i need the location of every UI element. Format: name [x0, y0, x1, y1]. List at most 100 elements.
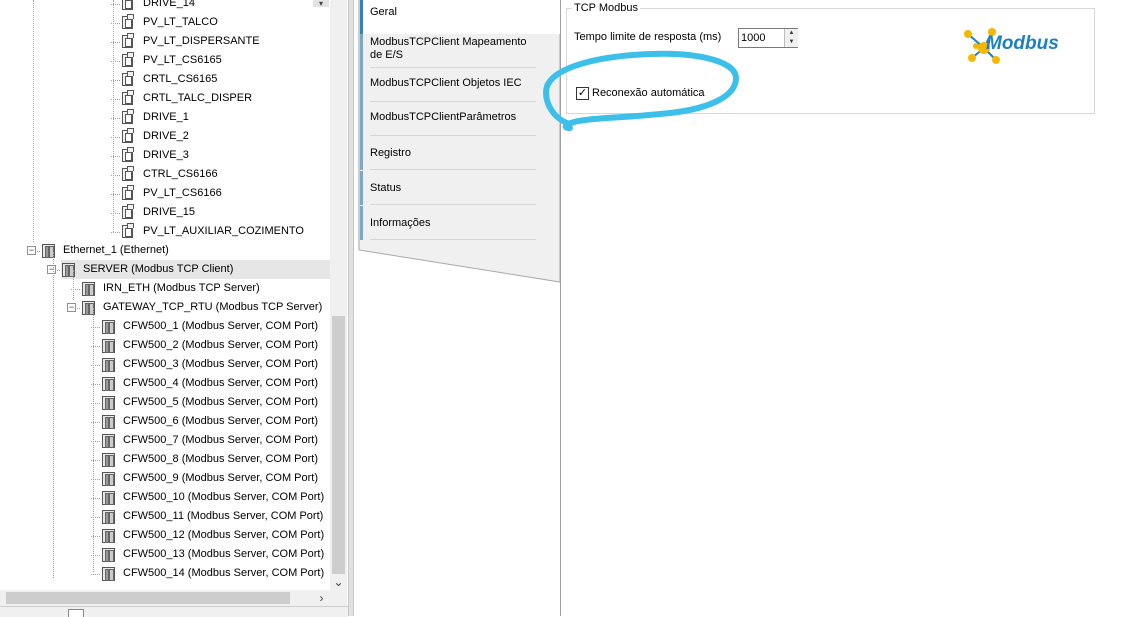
- variable-list-icon: [122, 33, 134, 48]
- scroll-down-arrow-icon[interactable]: ⌄: [330, 574, 347, 590]
- scroll-right-arrow-icon[interactable]: ›: [313, 590, 330, 606]
- variable-list-icon: [122, 52, 134, 67]
- tree-item-label: CFW500_12 (Modbus Server, COM Port): [123, 529, 325, 541]
- variable-list-icon: [122, 166, 134, 181]
- tab-label: ModbusTCPClient Objetos IEC: [370, 77, 522, 89]
- tree-item-label: PV_LT_DISPERSANTE: [143, 35, 260, 47]
- variable-list-icon: [122, 90, 134, 105]
- tree-collapse-icon[interactable]: −: [47, 265, 56, 274]
- device-icon: [102, 567, 115, 581]
- tab-label: ModbusTCPClient Mapeamento de E/S: [370, 36, 527, 61]
- tab-indicator: [360, 102, 363, 136]
- device-icon: [102, 529, 115, 543]
- device-icon: [102, 377, 115, 391]
- tab-label: Informações: [370, 217, 431, 229]
- tree-item-label: PV_LT_CS6166: [143, 187, 222, 199]
- variable-list-icon: [122, 109, 134, 124]
- response-timeout-spinbox[interactable]: ▲ ▼: [738, 28, 798, 48]
- variable-list-icon: [122, 71, 134, 86]
- tab-indicator: [360, 136, 363, 170]
- tree-horizontal-scroll-thumb[interactable]: [6, 592, 290, 604]
- tree-item-label: CRTL_CS6165: [143, 73, 218, 85]
- device-icon: [102, 510, 115, 524]
- tab-indicator: [360, 0, 363, 34]
- tab-1[interactable]: Geral: [360, 0, 560, 34]
- tree-item-label: PV_LT_CS6165: [143, 54, 222, 66]
- tree-collapse-icon[interactable]: −: [27, 246, 36, 255]
- variable-list-icon: [122, 147, 134, 162]
- tab-indicator: [360, 68, 363, 102]
- scroll-up-arrow-icon[interactable]: ▾: [313, 0, 329, 8]
- tab-label: Registro: [370, 147, 411, 159]
- device-icon: [102, 339, 115, 353]
- tree-item-label: CFW500_14 (Modbus Server, COM Port): [123, 567, 325, 579]
- tab-indicator: [360, 206, 363, 240]
- variable-list-icon: [122, 223, 134, 238]
- tree-item-label: DRIVE_2: [143, 130, 189, 142]
- tree-vertical-scroll-thumb[interactable]: [332, 316, 345, 574]
- device-icon: [102, 396, 115, 410]
- tree-item-label: PV_LT_AUXILIAR_COZIMENTO: [143, 225, 304, 237]
- tree-item-label: CFW500_1 (Modbus Server, COM Port): [123, 320, 319, 332]
- tab-4[interactable]: ModbusTCPClientParâmetros: [360, 102, 536, 136]
- response-timeout-input[interactable]: [741, 31, 781, 45]
- tree-item-label: SERVER (Modbus TCP Client): [83, 263, 234, 275]
- variable-list-icon: [122, 14, 134, 29]
- tree-item-label: CFW500_6 (Modbus Server, COM Port): [123, 415, 319, 427]
- device-icon: [102, 434, 115, 448]
- tree-item-label: CFW500_10 (Modbus Server, COM Port): [123, 491, 325, 503]
- tree-item[interactable]: SERVER (Modbus TCP Client): [61, 260, 330, 279]
- tree-item-label: CFW500_9 (Modbus Server, COM Port): [123, 472, 319, 484]
- tab-separator: [370, 239, 536, 240]
- tree-item-label: CTRL_CS6166: [143, 168, 218, 180]
- tree-item-label: IRN_ETH (Modbus TCP Server): [103, 282, 260, 294]
- tab-5[interactable]: Registro: [360, 136, 536, 170]
- variable-list-icon: [122, 128, 134, 143]
- modbus-logo: Modbus: [962, 24, 1086, 68]
- tree-item-label: DRIVE_3: [143, 149, 189, 161]
- tree-item-label: CFW500_3 (Modbus Server, COM Port): [123, 358, 319, 370]
- device-icon: [102, 491, 115, 505]
- tab-6[interactable]: Status: [360, 171, 536, 205]
- tree-item-label: PV_LT_TALCO: [143, 16, 218, 28]
- variable-list-icon: [122, 185, 134, 200]
- tab-indicator: [360, 34, 363, 68]
- tree-item-label: CFW500_8 (Modbus Server, COM Port): [123, 453, 319, 465]
- device-icon: [102, 453, 115, 467]
- scrollbar-corner: [330, 590, 347, 606]
- device-icon: [102, 548, 115, 562]
- tree-item-label: CFW500_2 (Modbus Server, COM Port): [123, 339, 319, 351]
- device-icon: [102, 320, 115, 334]
- tree-item-label: CFW500_13 (Modbus Server, COM Port): [123, 548, 325, 560]
- tab-label: Status: [370, 182, 402, 194]
- tab-separator: [370, 169, 536, 170]
- variable-list-icon: [122, 0, 133, 10]
- device-tree-panel: DRIVE_14 PV_LT_TALCO PV_LT_DISPERSANTE PV_L…: [0, 0, 348, 616]
- tree-item-label: DRIVE_1: [143, 111, 189, 123]
- tree-item-label: CRTL_TALC_DISPER: [143, 92, 253, 104]
- tab-label: Geral: [370, 6, 397, 18]
- variable-list-icon: [122, 204, 134, 219]
- tree-item-label: Ethernet_1 (Ethernet): [63, 244, 169, 256]
- device-icon: [102, 415, 115, 429]
- tree-item-label: CFW500_5 (Modbus Server, COM Port): [123, 396, 319, 408]
- tab-2[interactable]: ModbusTCPClient Mapeamento de E/S: [360, 34, 536, 68]
- tree-item-label: DRIVE_15: [143, 206, 195, 218]
- tree-item-label: CFW500_11 (Modbus Server, COM Port): [123, 510, 324, 522]
- tab-7[interactable]: Informações: [360, 206, 536, 240]
- device-icon: [82, 282, 95, 296]
- tree-item-label: DRIVE_14: [143, 0, 195, 9]
- response-timeout-label: Tempo limite de resposta (ms): [574, 31, 722, 43]
- tab-3[interactable]: ModbusTCPClient Objetos IEC: [360, 68, 536, 102]
- tab-indicator: [360, 171, 363, 205]
- spin-down-icon[interactable]: ▼: [784, 38, 798, 47]
- tree-item-label: CFW500_4 (Modbus Server, COM Port): [123, 377, 319, 389]
- tab-separator: [370, 204, 536, 205]
- device-icon: [102, 358, 115, 372]
- tcp-modbus-group-title: TCP Modbus: [572, 2, 640, 14]
- highlight-circle-annotation: [543, 50, 739, 131]
- modbus-logo-text: Modbus: [986, 33, 1059, 54]
- device-icon: [102, 472, 115, 486]
- bottom-toolbar-strip: [0, 606, 348, 617]
- tree-collapse-icon[interactable]: −: [67, 303, 76, 312]
